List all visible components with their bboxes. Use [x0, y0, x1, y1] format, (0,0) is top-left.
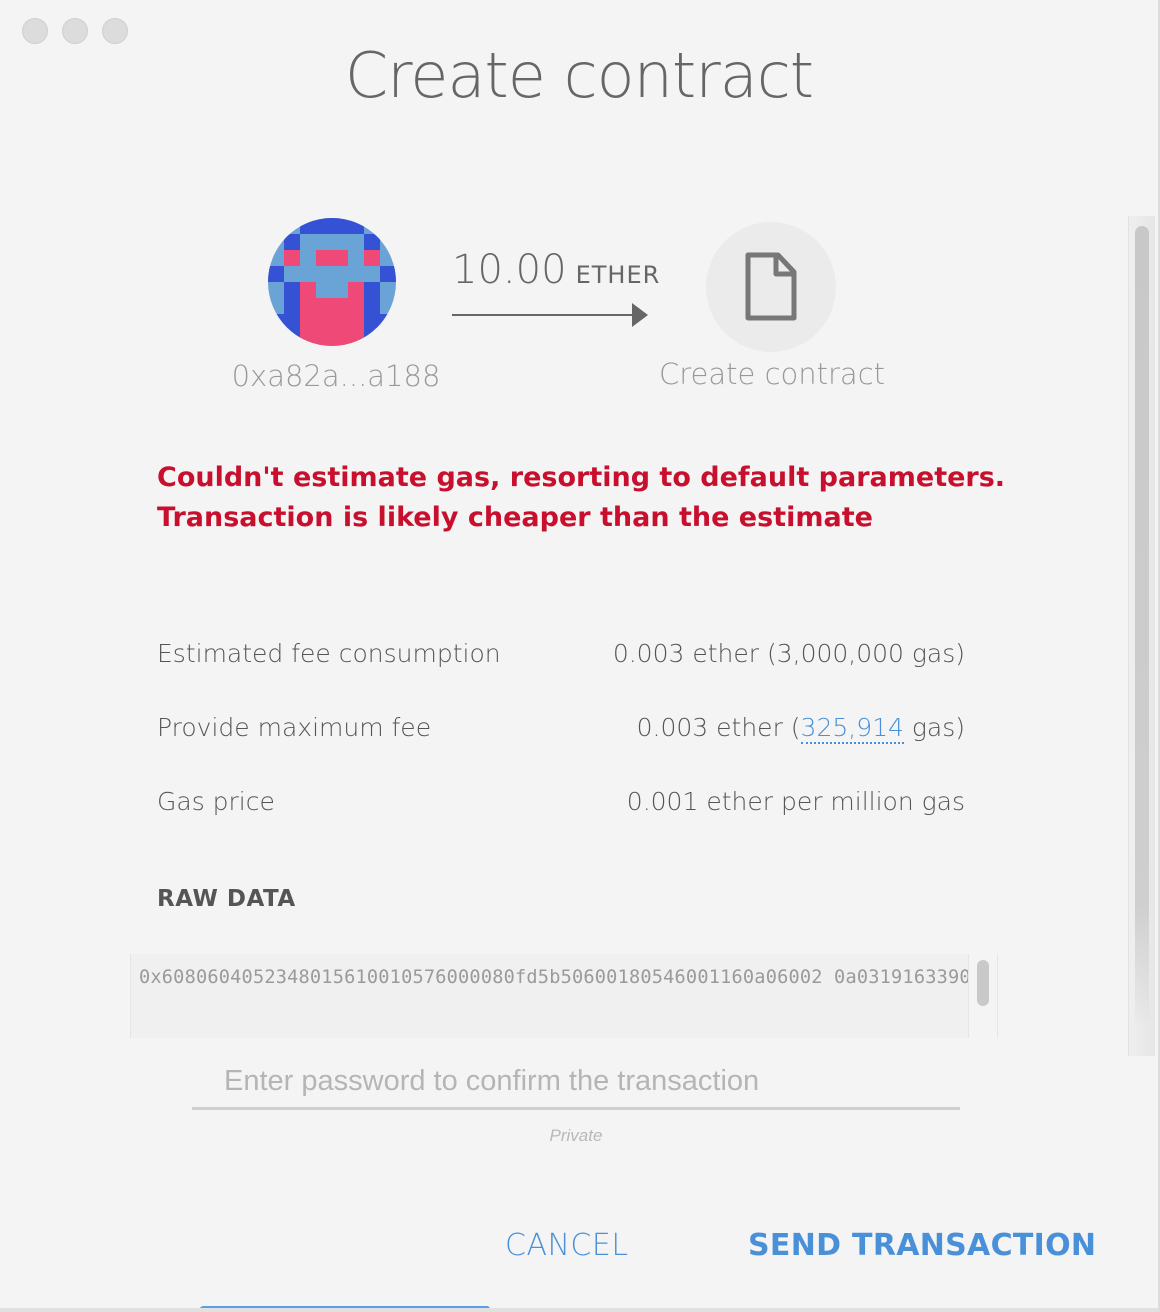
contract-icon-circle: [706, 222, 836, 352]
password-hint: Private: [549, 1126, 603, 1145]
max-gas-link[interactable]: 325,914: [800, 712, 904, 744]
raw-data-scrollbar[interactable]: [968, 954, 997, 1038]
gas-price-value: 0.001 ether per million gas: [626, 786, 965, 816]
raw-data-fade: [131, 1008, 997, 1038]
fee-table: Estimated fee consumption 0.003 ether (3…: [157, 616, 965, 838]
cancel-button[interactable]: CANCEL: [505, 1222, 629, 1270]
maximum-fee-suffix: gas): [903, 712, 965, 742]
window-scrollbar-thumb[interactable]: [1135, 226, 1149, 1026]
maximum-fee-prefix: 0.003 ether (: [636, 712, 801, 742]
raw-data-box[interactable]: 0x6080604052348015610010576000080fd5b506…: [130, 954, 998, 1038]
fee-row-gas-price: Gas price 0.001 ether per million gas: [157, 764, 965, 838]
arrow-right-icon: [452, 303, 648, 327]
page-title: Create contract: [344, 39, 814, 112]
gas-warning-line-1: Couldn't estimate gas, resorting to defa…: [157, 462, 1006, 493]
window-scrollbar[interactable]: [1128, 216, 1155, 1056]
from-address: 0xa82a...a188: [231, 359, 441, 393]
amount-unit: ETHER: [575, 261, 661, 289]
transfer-amount: 10.00 ETHER: [452, 242, 659, 306]
identicon-avatar: [268, 218, 396, 346]
fee-row-maximum: Provide maximum fee 0.003 ether (325,914…: [157, 690, 965, 764]
estimated-fee-label: Estimated fee consumption: [157, 638, 501, 668]
password-input[interactable]: [192, 1060, 960, 1110]
send-transaction-button[interactable]: SEND TRANSACTION: [748, 1222, 1096, 1270]
gas-warning: Couldn't estimate gas, resorting to defa…: [157, 458, 1017, 538]
fee-row-estimated: Estimated fee consumption 0.003 ether (3…: [157, 616, 965, 690]
raw-data-text: 0x6080604052348015610010576000080fd5b506…: [139, 967, 998, 988]
to-label: Create contract: [658, 357, 886, 391]
maximum-fee-value: 0.003 ether (325,914 gas): [636, 712, 965, 744]
create-contract-window: Create contract 0xa82a...a188 10.00 ETHE…: [0, 0, 1160, 1312]
estimated-fee-value: 0.003 ether (3,000,000 gas): [612, 638, 965, 668]
raw-data-scrollbar-thumb[interactable]: [977, 960, 989, 1006]
gas-warning-line-2: Transaction is likely cheaper than the e…: [157, 502, 873, 533]
document-icon: [745, 252, 797, 321]
gas-price-label: Gas price: [157, 786, 275, 816]
from-identicon-avatar: [268, 218, 396, 346]
amount-value: 10.00: [452, 247, 567, 293]
maximum-fee-label: Provide maximum fee: [157, 712, 432, 742]
bottom-edge-highlight: [200, 1306, 490, 1308]
raw-data-title: RAW DATA: [157, 886, 296, 912]
